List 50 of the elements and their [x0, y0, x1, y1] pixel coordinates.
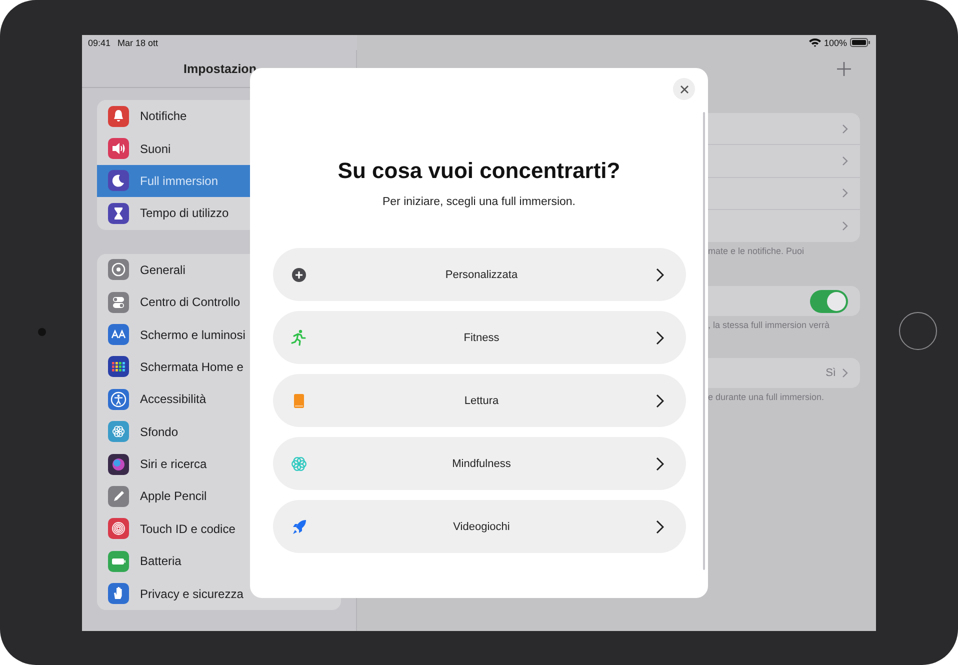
status-time: 09:41	[88, 38, 111, 48]
sidebar-item[interactable]: Centro di Controllo	[140, 295, 240, 310]
focus-option[interactable]: Mindfulness	[272, 437, 686, 490]
sidebar-item[interactable]: Touch ID e codice	[140, 522, 236, 536]
add-icon[interactable]	[837, 62, 851, 76]
focus-option[interactable]: Lettura	[272, 374, 686, 427]
battery-icon	[850, 38, 870, 47]
footnote-text: , la stessa full immersion verrà	[708, 320, 830, 330]
chevron-icon	[656, 268, 664, 282]
sidebar-item[interactable]: Tempo di utilizzo	[140, 206, 229, 220]
sidebar-item[interactable]: Schermata Home e	[140, 360, 244, 374]
row-value: Sì	[826, 367, 836, 380]
sidebar-item[interactable]: Siri e ricerca	[140, 457, 207, 472]
battery-percent: 100%	[824, 38, 847, 48]
sidebar-item[interactable]: Apple Pencil	[140, 489, 207, 504]
chevron-icon[interactable]	[842, 188, 848, 198]
runner-icon	[290, 328, 308, 346]
modal-subtitle: Per iniziare, scegli una full immersion.	[382, 196, 576, 208]
sidebar-item[interactable]: Generali	[140, 262, 186, 277]
focus-option[interactable]: Videogiochi	[272, 500, 686, 553]
wifi-icon	[808, 38, 821, 47]
camera-icon	[38, 328, 46, 336]
focus-option[interactable]: Fitness	[272, 311, 686, 364]
chevron-icon	[656, 330, 664, 344]
sidebar-item[interactable]: Sfondo	[140, 424, 178, 439]
sidebar-item[interactable]: Schermo e luminosi	[140, 328, 246, 342]
chevron-icon[interactable]	[842, 368, 848, 378]
toggle-switch[interactable]	[810, 290, 848, 313]
chevron-icon	[656, 394, 664, 408]
sidebar-item[interactable]: Privacy e sicurezza	[140, 586, 244, 601]
chevron-icon[interactable]	[842, 124, 848, 134]
close-button[interactable]	[673, 78, 695, 100]
sidebar-item[interactable]: Suoni	[140, 142, 171, 156]
chevron-icon[interactable]	[842, 221, 848, 232]
sidebar-item[interactable]: Notifiche	[140, 109, 187, 124]
sidebar-title: Impostazion	[184, 62, 256, 76]
home-button[interactable]	[899, 312, 937, 350]
modal-title: Su cosa vuoi concentrarti?	[338, 158, 620, 184]
close-icon	[680, 84, 688, 94]
focus-option[interactable]: Personalizzata	[272, 248, 686, 301]
footnote-text: e durante una full immersion.	[708, 392, 824, 402]
sidebar-item[interactable]: Accessibilità	[140, 392, 206, 406]
sidebar-item[interactable]: Batteria	[140, 554, 182, 568]
chevron-icon[interactable]	[842, 156, 848, 166]
chevron-icon	[656, 520, 664, 534]
footnote-text: mate e le notifiche. Puoi	[708, 246, 804, 256]
chevron-icon	[656, 456, 664, 470]
status-date: Mar 18 ott	[118, 38, 158, 48]
plus-icon	[290, 266, 308, 284]
flower-icon	[290, 454, 308, 472]
